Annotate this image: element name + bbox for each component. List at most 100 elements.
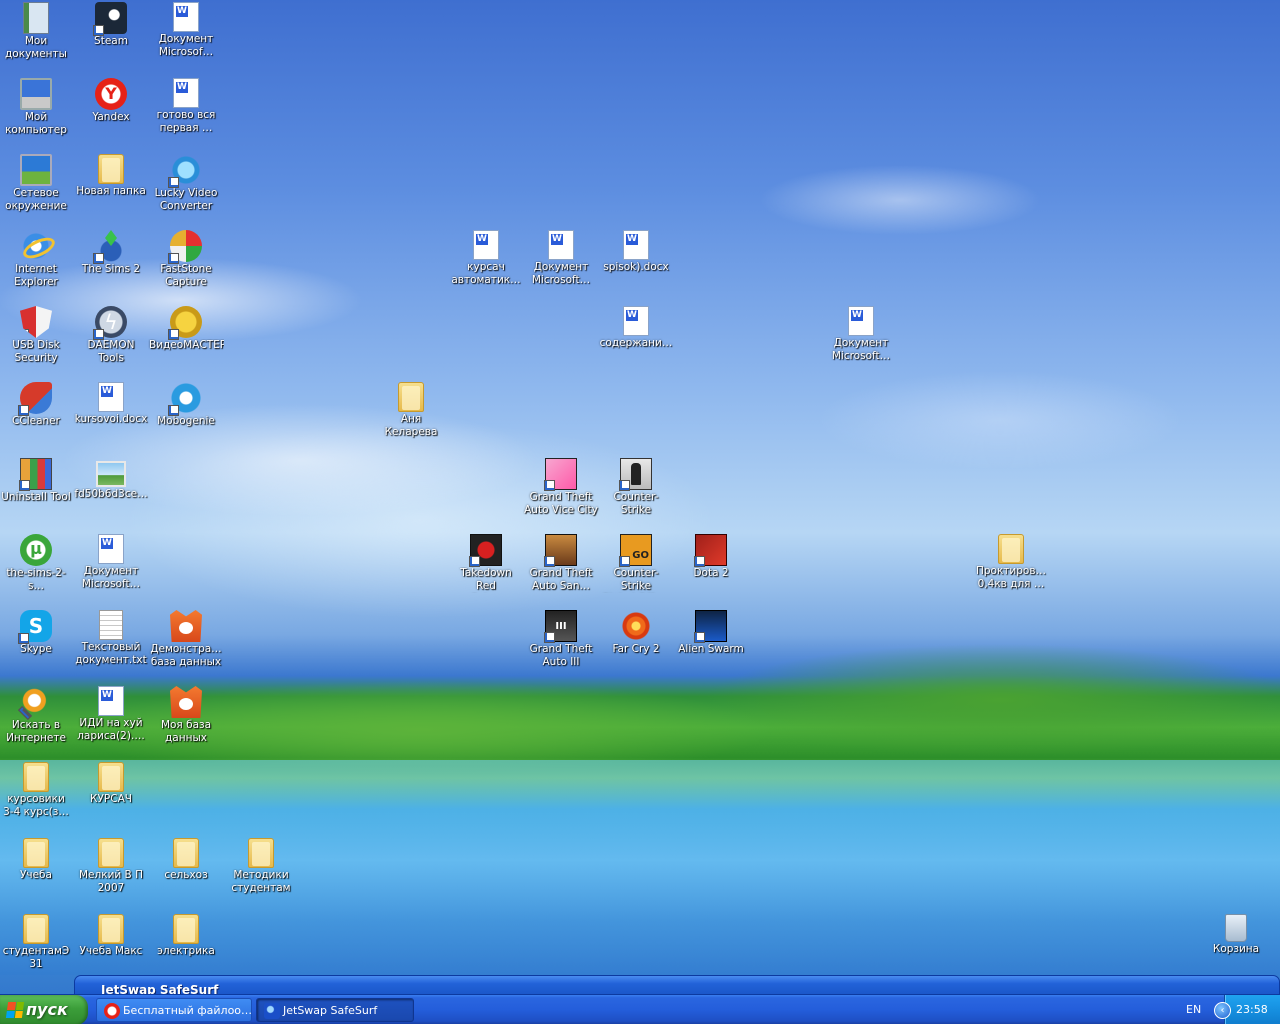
desktop-icon-takedown-red-sabre[interactable]: Takedown Red Sabre (448, 534, 524, 593)
clock[interactable]: 23:58 (1236, 995, 1268, 1024)
desktop-icon-uninstall-tool[interactable]: Uninstall Tool (0, 458, 74, 504)
icon-label: Grand Theft Auto Vice City (524, 491, 598, 516)
desktop-icon-word-document[interactable]: Документ Microsoft… (73, 534, 149, 591)
start-label: пуск (26, 1000, 68, 1019)
folder-icon (248, 838, 274, 868)
desktop-icon-recycle-bin[interactable]: Корзина (1198, 914, 1274, 956)
videomaster-icon (168, 306, 202, 340)
desktop-icon-folder-selkhoz[interactable]: сельхоз (148, 838, 224, 882)
desktop-icon-soderzhanie[interactable]: содержани… (598, 306, 674, 350)
desktop-icon-my-database[interactable]: Моя база данных (148, 686, 224, 745)
jetswap-window-titlebar[interactable]: JetSwap SafeSurf (74, 975, 1280, 996)
desktop-icon-sims-2[interactable]: The Sims 2 (73, 230, 149, 276)
desktop-icon-folder-metodiki[interactable]: Методики студентам (223, 838, 299, 895)
icon-label: Документ Microsoft… (531, 261, 591, 286)
desktop-icon-kursovoi-docx[interactable]: kursovoi.docx (73, 382, 149, 426)
csgo-icon (619, 534, 652, 567)
icon-label: Документ Microsoft… (831, 337, 891, 362)
network-places-icon (20, 154, 52, 186)
desktop-icon-folder-elektrika[interactable]: электрика (148, 914, 224, 958)
desktop-icon-folder-ucheba[interactable]: Учеба (0, 838, 74, 882)
start-button[interactable]: пуск (0, 995, 88, 1024)
desktop-icon-word-document[interactable]: Документ Microsof… (148, 2, 224, 59)
taskbar: пуск Бесплатный файлоо… JetSwap SafeSurf… (0, 994, 1280, 1024)
desktop-icon-usb-disk-security[interactable]: USB Disk Security (0, 306, 74, 365)
icon-label: DAEMON Tools (87, 339, 135, 364)
desktop-icon-internet-explorer[interactable]: Internet Explorer (0, 230, 74, 289)
my-documents-icon (23, 2, 49, 34)
gta-san-andreas-icon (544, 534, 577, 567)
desktop-icon-csgo[interactable]: Counter-Strike Global Offe… (598, 534, 674, 593)
desktop-icon-image-file[interactable]: fd50b6d3ce… (73, 458, 149, 501)
icon-label: Проктиров… 0,4кв для … (975, 565, 1047, 590)
icon-label: курсовики 3-4 курс(з… (3, 793, 69, 818)
desktop-icon-my-computer[interactable]: Мой компьютер (0, 78, 74, 137)
desktop-icon-lucky-video-converter[interactable]: Lucky Video Converter (148, 154, 224, 213)
icon-label: Grand Theft Auto San… (529, 567, 593, 592)
icon-label: Искать в Интернете (6, 719, 66, 744)
folder-icon (98, 762, 124, 792)
desktop-icon-videomaster[interactable]: ВидеоМАСТЕР (148, 306, 224, 352)
language-indicator[interactable]: EN (1186, 995, 1201, 1024)
taskbar-button-jetswap[interactable]: JetSwap SafeSurf (256, 998, 414, 1022)
desktop-icon-dota-2[interactable]: Dota 2 (673, 534, 749, 580)
daemon-tools-icon (93, 306, 127, 340)
desktop-icon-my-documents[interactable]: Мои документы (0, 2, 74, 61)
icon-label: ИДИ на хуй лариса(2)…. (77, 717, 145, 742)
desktop-icon-gta-3[interactable]: Grand Theft Auto III (523, 610, 599, 669)
steam-icon (93, 2, 127, 36)
desktop-icon-folder-kursoviki[interactable]: курсовики 3-4 курс(з… (0, 762, 74, 819)
desktop-icon-network-places[interactable]: Сетевое окружение (0, 154, 74, 213)
desktop-icon-daemon-tools[interactable]: DAEMON Tools (73, 306, 149, 365)
desktop-icon-folder-studentam-e31[interactable]: студентамЭ 31 (0, 914, 74, 971)
recycle-bin-icon (1225, 914, 1247, 942)
desktop-icon-far-cry-2[interactable]: Far Cry 2 (598, 610, 674, 656)
alien-swarm-icon (694, 610, 727, 643)
chevron-left-icon[interactable]: ‹ (1214, 1002, 1231, 1019)
desktop-icon-torrent-file[interactable]: the-sims-2-s… (0, 534, 74, 593)
icon-label: Документ Microsoft… (81, 565, 141, 590)
desktop-icon-folder-anya[interactable]: Аня Келарева (373, 382, 449, 439)
desktop-icon-folder-proektirovanie[interactable]: Проктиров… 0,4кв для … (973, 534, 1049, 591)
desktop-icon-word-document[interactable]: Документ Microsoft… (823, 306, 899, 363)
desktop-icon-folder-kursach[interactable]: КУРСАЧ (73, 762, 149, 806)
desktop-icon-yandex[interactable]: Yandex (73, 78, 149, 124)
taskbar-button-yandex[interactable]: Бесплатный файлоо… (96, 998, 252, 1022)
desktop-icon-alien-swarm[interactable]: Alien Swarm (673, 610, 749, 656)
desktop-icon-steam[interactable]: Steam (73, 2, 149, 48)
desktop-icon-folder-ucheba-maks[interactable]: Учеба Макс (73, 914, 149, 958)
icon-label: Моя база данных (160, 719, 212, 744)
dota-2-icon (694, 534, 727, 567)
desktop-icon-word-document[interactable]: готово вся первая … (148, 78, 224, 135)
icon-label: USB Disk Security (12, 339, 60, 364)
desktop-icon-word-document[interactable]: Документ Microsoft… (523, 230, 599, 287)
desktop-icon-gta-vice-city[interactable]: Grand Theft Auto Vice City (523, 458, 599, 517)
icon-label: The Sims 2 (81, 263, 141, 275)
desktop-icon-faststone-capture[interactable]: FastStone Capture (148, 230, 224, 289)
image-file-icon (96, 461, 126, 487)
icon-label: содержани… (599, 337, 673, 349)
desktop-icon-folder-melkiy[interactable]: Мелкий В П 2007 (73, 838, 149, 895)
icon-label: Far Cry 2 (612, 643, 660, 655)
skype-icon (18, 610, 52, 644)
desktop-icon-kursach-avtomatika[interactable]: курсач автоматик… (448, 230, 524, 287)
icon-label: Демонстра… база данных (150, 643, 222, 668)
desktop-icon-search-internet[interactable]: Искать в Интернете (0, 686, 74, 745)
icon-label: spisok).docx (603, 261, 669, 273)
desktop-icon-skype[interactable]: Skype (0, 610, 74, 656)
icon-label: Мои документы (5, 35, 67, 60)
desktop-icon-gta-san-andreas[interactable]: Grand Theft Auto San… (523, 534, 599, 593)
icon-label: Аня Келарева (384, 413, 438, 438)
icon-label: Takedown Red Sabre (460, 567, 512, 592)
desktop-icon-mobogenie[interactable]: Mobogenie (148, 382, 224, 428)
desktop-icon-demo-database[interactable]: Демонстра… база данных (148, 610, 224, 669)
desktop-icon-new-folder[interactable]: Новая папка (73, 154, 149, 198)
desktop-icon-counter-strike[interactable]: Counter-Strike (598, 458, 674, 517)
icon-label: Yandex (92, 111, 130, 123)
icon-label: Steam (94, 35, 128, 47)
desktop-icon-spisok-docx[interactable]: spisok).docx (598, 230, 674, 274)
desktop-icon-ccleaner[interactable]: CCleaner (0, 382, 74, 428)
desktop-icon-word-document[interactable]: ИДИ на хуй лариса(2)…. (73, 686, 149, 743)
icon-label: Документ Microsof… (158, 33, 214, 58)
desktop-icon-text-file[interactable]: Текстовый документ.txt (73, 610, 149, 667)
